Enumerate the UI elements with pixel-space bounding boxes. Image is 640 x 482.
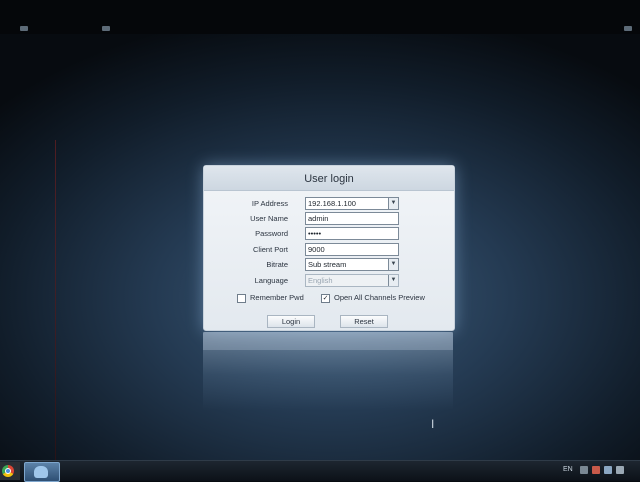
bitrate-select[interactable]: Sub stream ▼: [305, 258, 399, 271]
client-port-row: Client Port 9000: [204, 243, 454, 256]
user-name-field[interactable]: admin: [305, 212, 399, 225]
login-button[interactable]: Login: [267, 315, 315, 328]
chevron-down-icon[interactable]: ▼: [388, 275, 398, 286]
language-row: Language English ▼: [204, 274, 454, 287]
language-value: English: [308, 276, 333, 285]
bitrate-value: Sub stream: [308, 260, 347, 269]
top-screen-strip: [0, 0, 640, 34]
bitrate-label: Bitrate: [266, 260, 288, 269]
password-label: Password: [255, 229, 288, 238]
remember-pwd-option[interactable]: Remember Pwd: [237, 292, 304, 304]
chevron-down-icon[interactable]: ▼: [388, 259, 398, 270]
user-name-label: User Name: [250, 214, 288, 223]
ip-address-label: IP Address: [251, 199, 288, 208]
ip-address-select[interactable]: 192.168.1.100 ▼: [305, 197, 399, 210]
dialog-title: User login: [204, 166, 454, 191]
language-label: Language: [254, 276, 288, 285]
open-all-channels-checkbox[interactable]: ✓: [321, 293, 330, 303]
chrome-icon: [2, 465, 14, 477]
flag-icon[interactable]: [592, 466, 600, 474]
dialog-reflection: [203, 332, 453, 410]
window-icon: [102, 26, 110, 31]
client-port-field[interactable]: 9000: [305, 243, 399, 256]
user-name-row: User Name admin: [204, 212, 454, 225]
text-cursor-icon: I: [431, 417, 435, 431]
open-all-channels-label: Open All Channels Preview: [334, 293, 425, 302]
ip-address-row: IP Address 192.168.1.100 ▼: [204, 197, 454, 210]
client-port-label: Client Port: [252, 245, 288, 254]
client-app-icon: [34, 466, 48, 478]
open-all-channels-option[interactable]: ✓ Open All Channels Preview: [321, 292, 425, 304]
remember-pwd-checkbox[interactable]: [237, 293, 246, 303]
reset-button[interactable]: Reset: [340, 315, 388, 328]
client-app-taskbar-button[interactable]: [24, 462, 60, 482]
network-icon[interactable]: [580, 466, 588, 474]
language-select[interactable]: English ▼: [305, 274, 399, 287]
volume-icon[interactable]: [616, 466, 624, 474]
remember-pwd-label: Remember Pwd: [250, 293, 304, 302]
reflection-highlight: [203, 332, 453, 350]
chevron-down-icon[interactable]: ▼: [388, 198, 398, 209]
window-icon: [624, 26, 632, 31]
chrome-taskbar-button[interactable]: [0, 462, 20, 480]
screen-edge-line: [55, 140, 56, 460]
ip-address-value: 192.168.1.100: [308, 199, 356, 208]
user-login-dialog: User login IP Address 192.168.1.100 ▼ Us…: [203, 165, 455, 331]
taskbar: [0, 460, 640, 482]
window-icon: [20, 26, 28, 31]
display-icon[interactable]: [604, 466, 612, 474]
password-row: Password •••••: [204, 227, 454, 240]
password-field[interactable]: •••••: [305, 227, 399, 240]
tray-language[interactable]: EN: [563, 460, 573, 480]
bitrate-row: Bitrate Sub stream ▼: [204, 258, 454, 271]
